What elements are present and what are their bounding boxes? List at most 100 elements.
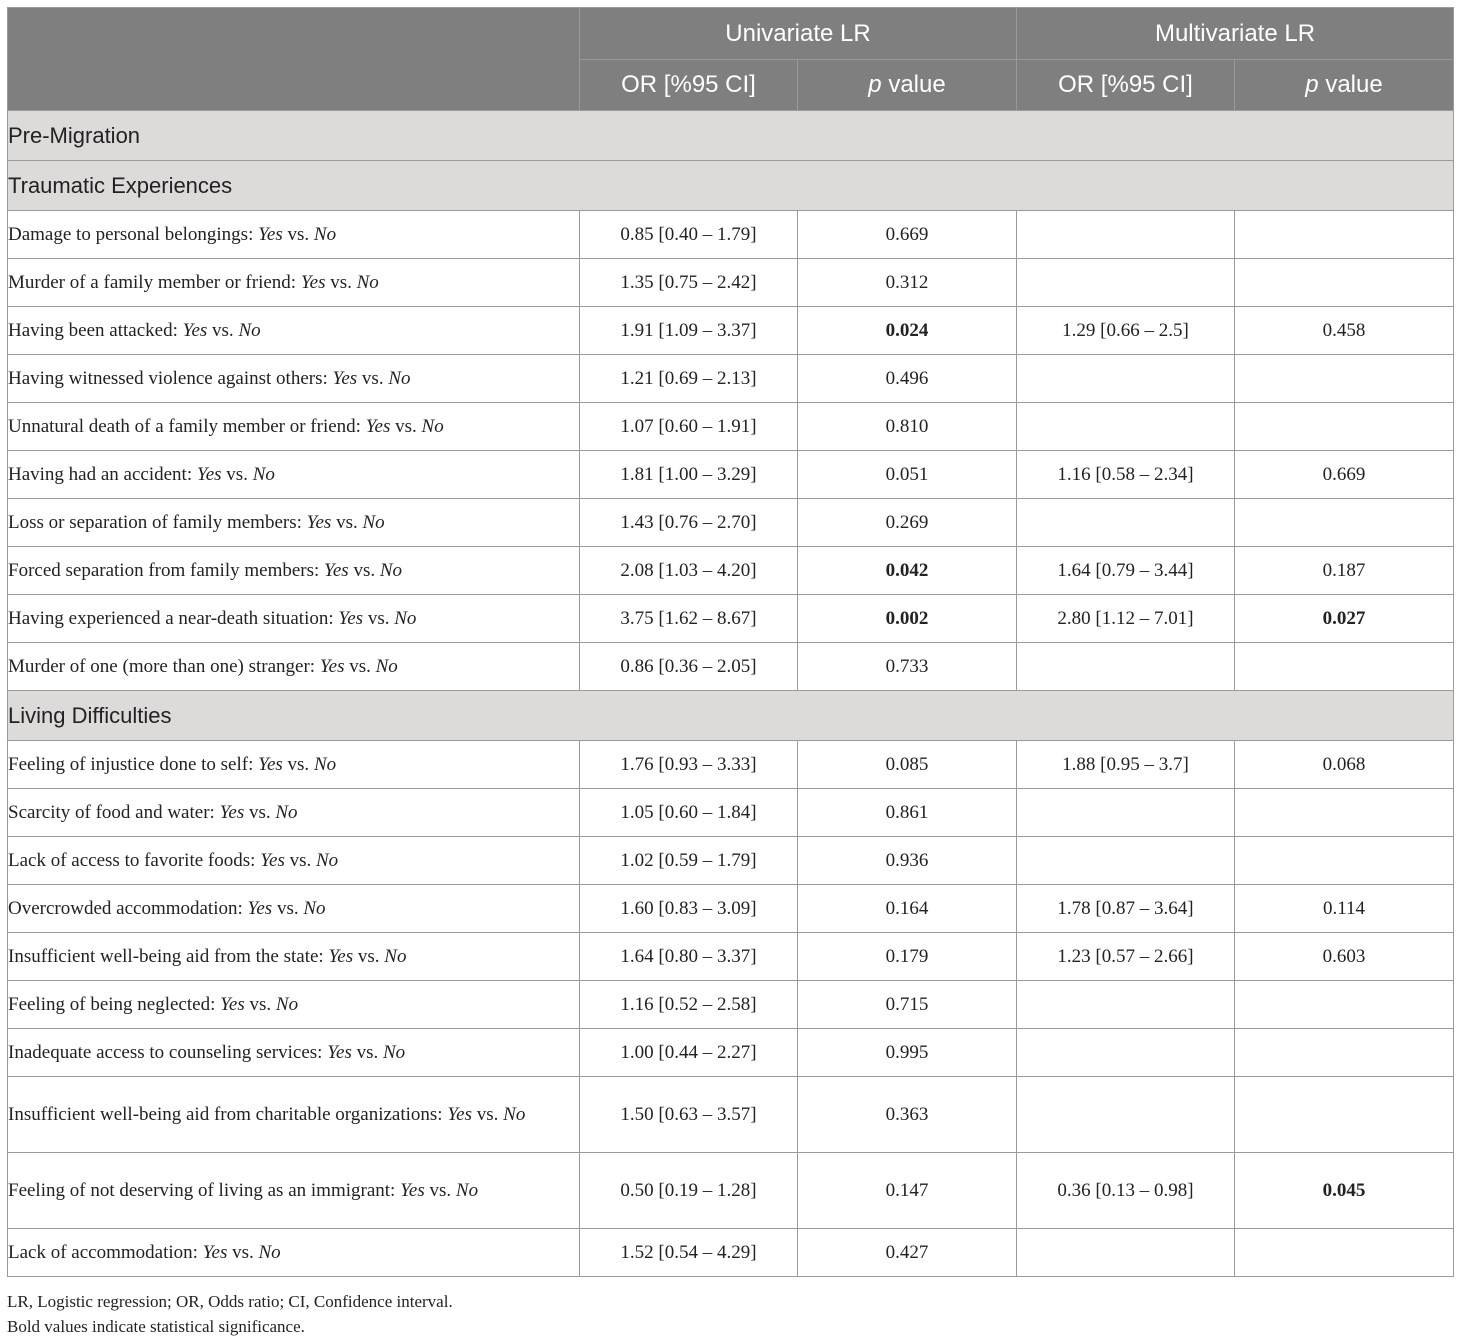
vs-text: vs. bbox=[282, 224, 314, 245]
vs-text: vs. bbox=[471, 1104, 504, 1125]
yes-text: Yes bbox=[338, 608, 364, 629]
vs-text: vs. bbox=[344, 656, 376, 677]
univariate-or-cell: 1.16 [0.52 – 2.58] bbox=[579, 980, 798, 1029]
row-label: Having had an accident: Yes vs. No bbox=[7, 450, 580, 499]
univariate-p-cell: 0.147 bbox=[797, 1152, 1017, 1229]
vs-text: vs. bbox=[390, 416, 422, 437]
no-text: No bbox=[356, 272, 379, 293]
univariate-p-cell: 0.363 bbox=[797, 1076, 1017, 1153]
yes-text: Yes bbox=[319, 656, 345, 677]
section-living-difficulties: Living Difficulties bbox=[7, 690, 1454, 741]
univariate-or-cell: 1.02 [0.59 – 1.79] bbox=[579, 836, 798, 885]
univariate-or-cell: 1.64 [0.80 – 3.37] bbox=[579, 932, 798, 981]
no-text: No bbox=[316, 850, 339, 871]
multivariate-p-cell: 0.187 bbox=[1234, 546, 1454, 595]
no-text: No bbox=[455, 1180, 479, 1201]
no-text: No bbox=[362, 512, 385, 533]
no-text: No bbox=[383, 1042, 406, 1063]
multivariate-p-cell: 0.114 bbox=[1234, 884, 1454, 933]
yes-text: Yes bbox=[447, 1104, 472, 1125]
table-row: Lack of accommodation: Yes vs. No 1.52 [0… bbox=[7, 1228, 1454, 1277]
p-rest: value bbox=[1318, 71, 1383, 98]
row-label-text: Feeling of not deserving of living as an… bbox=[8, 1180, 401, 1201]
row-label: Having been attacked: Yes vs. No bbox=[7, 306, 580, 355]
table-row: Unnatural death of a family member or fr… bbox=[7, 402, 1454, 451]
yes-text: Yes bbox=[327, 1042, 352, 1063]
row-label: Insufficient well-being aid from charita… bbox=[7, 1076, 580, 1153]
table-row: Overcrowded accommodation: Yes vs. No 1.6… bbox=[7, 884, 1454, 933]
header-multi-p: p value bbox=[1234, 59, 1454, 111]
univariate-p-cell: 0.085 bbox=[797, 740, 1017, 789]
row-label: Damage to personal belongings: Yes vs. N… bbox=[7, 210, 580, 259]
table-row: Feeling of injustice done to self: Yes v… bbox=[7, 740, 1454, 789]
univariate-or-cell: 1.60 [0.83 – 3.09] bbox=[579, 884, 798, 933]
univariate-p-cell: 0.496 bbox=[797, 354, 1017, 403]
no-text: No bbox=[421, 416, 444, 437]
multivariate-p-cell: 0.027 bbox=[1234, 594, 1454, 643]
multivariate-p-cell bbox=[1234, 210, 1454, 259]
yes-text: Yes bbox=[219, 802, 245, 823]
multivariate-or-cell bbox=[1016, 210, 1235, 259]
vs-text: vs. bbox=[244, 802, 276, 823]
yes-text: Yes bbox=[196, 464, 222, 485]
multivariate-p-cell: 0.068 bbox=[1234, 740, 1454, 789]
yes-text: Yes bbox=[306, 512, 332, 533]
table-row: Having been attacked: Yes vs. No 1.91 [1.… bbox=[7, 306, 1454, 355]
univariate-or-cell: 1.76 [0.93 – 3.33] bbox=[579, 740, 798, 789]
vs-text: vs. bbox=[348, 560, 380, 581]
no-text: No bbox=[384, 946, 407, 967]
univariate-or-cell: 1.05 [0.60 – 1.84] bbox=[579, 788, 798, 837]
row-label: Scarcity of food and water: Yes vs. No bbox=[7, 788, 580, 837]
row-label: Inadequate access to counseling services… bbox=[7, 1028, 580, 1077]
vs-text: vs. bbox=[284, 850, 316, 871]
multivariate-p-cell bbox=[1234, 1028, 1454, 1077]
row-label: Murder of one (more than one) stranger: … bbox=[7, 642, 580, 691]
multivariate-p-cell bbox=[1234, 258, 1454, 307]
no-text: No bbox=[313, 224, 337, 245]
row-label: Feeling of not deserving of living as an… bbox=[7, 1152, 580, 1229]
row-label: Feeling of injustice done to self: Yes v… bbox=[7, 740, 580, 789]
header-multi-or: OR [%95 CI] bbox=[1016, 59, 1235, 111]
row-label-text: Having witnessed violence against others… bbox=[8, 368, 333, 389]
row-label: Feeling of being neglected: Yes vs. No bbox=[7, 980, 580, 1029]
vs-text: vs. bbox=[424, 1180, 456, 1201]
multivariate-p-cell: 0.669 bbox=[1234, 450, 1454, 499]
table-body: Pre-Migration Traumatic Experiences Dama… bbox=[7, 110, 1454, 1277]
row-label: Lack of access to favorite foods: Yes vs… bbox=[7, 836, 580, 885]
multivariate-p-cell bbox=[1234, 836, 1454, 885]
vs-text: vs. bbox=[221, 464, 253, 485]
footnote-abbreviations: LR, Logistic regression; OR, Odds ratio;… bbox=[7, 1292, 453, 1311]
section-pre-migration: Pre-Migration bbox=[7, 110, 1454, 161]
vs-text: vs. bbox=[244, 994, 276, 1015]
table-row: Loss or separation of family members: Ye… bbox=[7, 498, 1454, 547]
univariate-or-cell: 0.86 [0.36 – 2.05] bbox=[579, 642, 798, 691]
row-label-text: Murder of a family member or friend: bbox=[8, 272, 301, 293]
univariate-or-cell: 0.85 [0.40 – 1.79] bbox=[579, 210, 798, 259]
multivariate-p-cell bbox=[1234, 788, 1454, 837]
row-label: Overcrowded accommodation: Yes vs. No bbox=[7, 884, 580, 933]
table-row: Insufficient well-being aid from charita… bbox=[7, 1076, 1454, 1153]
univariate-p-cell: 0.024 bbox=[797, 306, 1017, 355]
no-text: No bbox=[252, 464, 275, 485]
yes-text: Yes bbox=[328, 946, 354, 967]
row-label-text: Inadequate access to counseling services… bbox=[8, 1042, 328, 1063]
univariate-or-cell: 1.07 [0.60 – 1.91] bbox=[579, 402, 798, 451]
univariate-p-cell: 0.164 bbox=[797, 884, 1017, 933]
vs-text: vs. bbox=[227, 1242, 259, 1263]
row-label-text: Murder of one (more than one) stranger: bbox=[8, 656, 320, 677]
table-row: Having had an accident: Yes vs. No 1.81 [… bbox=[7, 450, 1454, 499]
univariate-p-cell: 0.810 bbox=[797, 402, 1017, 451]
header-blank-cell bbox=[7, 7, 580, 111]
multivariate-or-cell bbox=[1016, 1228, 1235, 1277]
multivariate-or-cell: 2.80 [1.12 – 7.01] bbox=[1016, 594, 1235, 643]
vs-text: vs. bbox=[331, 512, 363, 533]
section-row: Traumatic Experiences bbox=[7, 160, 1454, 211]
univariate-p-cell: 0.733 bbox=[797, 642, 1017, 691]
table-row: Damage to personal belongings: Yes vs. N… bbox=[7, 210, 1454, 259]
row-label-text: Insufficient well-being aid from the sta… bbox=[8, 946, 329, 967]
yes-text: Yes bbox=[365, 416, 391, 437]
vs-text: vs. bbox=[357, 368, 389, 389]
multivariate-p-cell bbox=[1234, 354, 1454, 403]
univariate-p-cell: 0.669 bbox=[797, 210, 1017, 259]
row-label-text: Overcrowded accommodation: bbox=[8, 898, 248, 919]
